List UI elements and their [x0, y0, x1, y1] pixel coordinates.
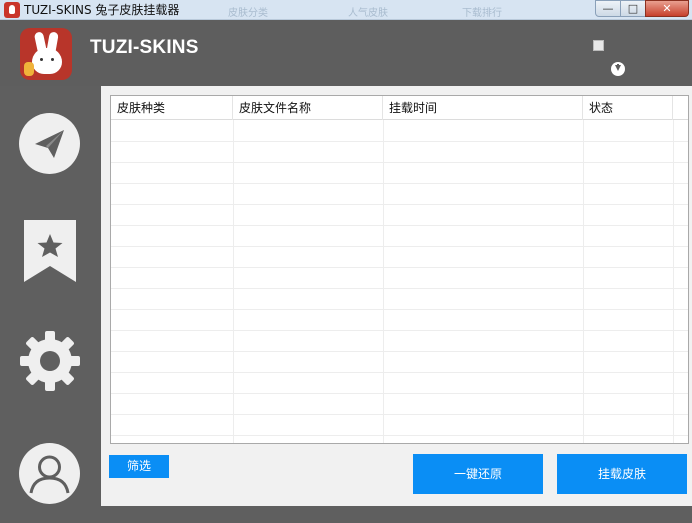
window-titlebar: TUZI-SKINS 兔子皮肤挂载器 皮肤分类 人气皮肤 下载排行 — □ ✕ — [0, 0, 692, 20]
row-divider — [111, 435, 688, 436]
app-icon — [4, 2, 20, 18]
column-header-skin-type[interactable]: 皮肤种类 — [111, 96, 233, 120]
sidebar-item-favorites[interactable] — [0, 210, 101, 310]
sidebar-item-settings[interactable] — [0, 310, 101, 410]
column-divider — [583, 120, 584, 443]
row-divider — [111, 267, 688, 268]
brand-title: TUZI-SKINS — [90, 37, 199, 58]
download-icon[interactable] — [611, 62, 625, 76]
sidebar-item-account[interactable] — [0, 423, 101, 523]
bottom-strip — [101, 506, 692, 523]
mount-skin-button[interactable]: 挂载皮肤 — [557, 454, 687, 494]
bookmark-star-icon — [24, 220, 76, 282]
ghost-tab-1: 皮肤分类 — [228, 8, 268, 19]
ghost-tab-2: 人气皮肤 — [348, 8, 388, 19]
window-title: TUZI-SKINS 兔子皮肤挂载器 — [24, 3, 180, 17]
column-divider — [233, 120, 234, 443]
sidebar-item-send[interactable] — [0, 110, 101, 210]
skins-table[interactable]: 皮肤种类 皮肤文件名称 挂载时间 状态 — [110, 95, 689, 444]
row-divider — [111, 393, 688, 394]
row-divider — [111, 330, 688, 331]
main-panel: 皮肤种类 皮肤文件名称 挂载时间 状态 筛选 一键还原 挂载皮肤 — [101, 86, 692, 523]
row-divider — [111, 372, 688, 373]
header-checkbox[interactable] — [593, 40, 604, 51]
row-divider — [111, 162, 688, 163]
column-header-file-name[interactable]: 皮肤文件名称 — [233, 96, 383, 120]
ghost-tab-3: 下载排行 — [462, 8, 502, 19]
row-divider — [111, 141, 688, 142]
window-controls: — □ ✕ — [595, 0, 689, 18]
rabbit-logo-icon — [20, 28, 72, 80]
minimize-icon: — — [602, 2, 614, 15]
minimize-button[interactable]: — — [595, 0, 621, 17]
maximize-icon: □ — [627, 2, 639, 15]
column-header-status[interactable]: 状态 — [583, 96, 673, 120]
column-divider — [673, 120, 674, 443]
user-icon — [29, 455, 70, 494]
sidebar — [0, 86, 101, 523]
row-divider — [111, 183, 688, 184]
app-header: TUZI-SKINS — [0, 20, 692, 86]
row-divider — [111, 351, 688, 352]
close-icon: ✕ — [662, 2, 672, 15]
column-divider — [383, 120, 384, 443]
paper-plane-icon — [35, 130, 64, 158]
row-divider — [111, 204, 688, 205]
restore-button[interactable]: 一键还原 — [413, 454, 543, 494]
row-divider — [111, 288, 688, 289]
gear-icon — [20, 331, 80, 391]
row-divider — [111, 246, 688, 247]
table-header: 皮肤种类 皮肤文件名称 挂载时间 状态 — [111, 96, 688, 120]
close-button[interactable]: ✕ — [645, 0, 689, 17]
column-header-mount-time[interactable]: 挂载时间 — [383, 96, 583, 120]
maximize-button[interactable]: □ — [620, 0, 646, 17]
row-divider — [111, 225, 688, 226]
row-divider — [111, 309, 688, 310]
row-divider — [111, 414, 688, 415]
filter-button[interactable]: 筛选 — [109, 455, 169, 478]
